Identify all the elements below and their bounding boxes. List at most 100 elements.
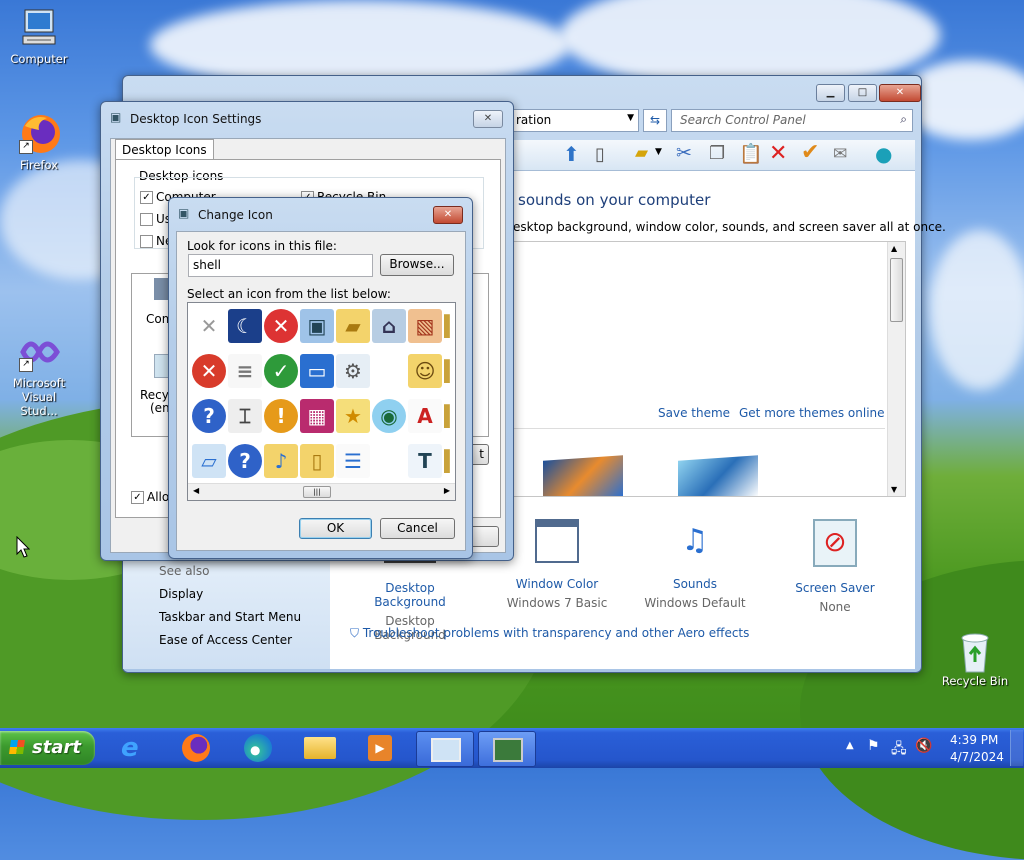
troubleshoot-link[interactable]: ⛉ Troubleshoot problems with transparenc… xyxy=(350,626,749,641)
close-button[interactable]: ✕ xyxy=(879,84,921,102)
maximize-button[interactable]: □ xyxy=(848,84,877,102)
music-folder-icon[interactable]: ♪ xyxy=(264,444,298,478)
shield-check-icon[interactable]: ✓ xyxy=(264,354,298,388)
globe-toolbar-icon[interactable]: ● xyxy=(875,142,892,166)
help-icon[interactable]: ? xyxy=(192,399,226,433)
partial-icon[interactable]: ▍ xyxy=(444,399,454,433)
computers-icon[interactable]: ▣ xyxy=(300,309,334,343)
taskbar-settings-button[interactable] xyxy=(478,731,536,767)
list-icon[interactable]: ☰ xyxy=(336,444,370,478)
nav-link-display[interactable]: Display xyxy=(159,587,203,601)
checkbox-allow-themes[interactable]: ✓ xyxy=(131,491,144,504)
minimize-button[interactable]: ▁ xyxy=(816,84,845,102)
theme-thumbnail[interactable] xyxy=(543,455,623,496)
close-button[interactable]: ✕ xyxy=(473,110,503,128)
theme-list[interactable]: Save theme Get more themes online ▲ ▼ xyxy=(513,241,906,497)
checkbox-computer[interactable]: ✓ xyxy=(140,191,153,204)
browse-button[interactable]: Browse... xyxy=(380,254,454,276)
network-icon[interactable]: 🖧 xyxy=(891,738,907,762)
scroll-thumb[interactable] xyxy=(890,258,903,322)
scroll-thumb[interactable]: ||| xyxy=(303,486,331,498)
scroll-up-icon[interactable]: ▲ xyxy=(891,244,897,253)
address-bar[interactable]: ration ▼ xyxy=(513,109,639,132)
properties-icon[interactable]: ✉ xyxy=(833,144,847,164)
volume-muted-icon[interactable]: 🔇 xyxy=(915,738,932,754)
partial-icon[interactable]: ▍ xyxy=(444,309,454,343)
up-arrow-icon[interactable]: ⬆ xyxy=(563,142,580,166)
layout-icon[interactable]: ▯ xyxy=(595,144,605,165)
taskbar-ie-button[interactable]: e xyxy=(108,731,164,765)
shield-warning-icon[interactable]: ! xyxy=(264,399,298,433)
ok-button[interactable]: OK xyxy=(299,518,372,539)
desktop-icon-firefox[interactable]: ↗ Firefox xyxy=(2,112,76,172)
x-glyph-icon[interactable]: ✕ xyxy=(192,309,226,343)
font-a-icon[interactable]: A xyxy=(408,399,442,433)
file-path-input[interactable]: shell xyxy=(188,254,373,277)
window-icon[interactable]: ▱ xyxy=(192,444,226,478)
folder-toolbar-icon[interactable]: ▰ xyxy=(635,143,648,163)
shield-x-icon[interactable]: ✕ xyxy=(264,309,298,343)
checkbox-users-files[interactable] xyxy=(140,213,153,226)
monitor-icon[interactable]: ▭ xyxy=(300,354,334,388)
taskbar-media-button[interactable]: ▶ xyxy=(354,731,410,765)
horizontal-scrollbar[interactable]: ◀ ||| ▶ xyxy=(188,483,455,500)
icon-list[interactable]: ✕☾✕▣▰⌂▧▍✕≡✓▭⚙☺▍?⌶!▦★◉A▍▱?♪▯☰T▍ ◀ ||| ▶ xyxy=(187,302,456,501)
show-desktop-button[interactable] xyxy=(1010,730,1023,766)
shield-help-icon[interactable]: ? xyxy=(228,444,262,478)
font-t-icon[interactable]: T xyxy=(408,444,442,478)
blank-icon[interactable] xyxy=(372,354,406,388)
clock-date[interactable]: 4/7/2024 xyxy=(950,750,1004,764)
scrollbar[interactable]: ▲ ▼ xyxy=(887,242,905,496)
save-theme-link[interactable]: Save theme xyxy=(658,406,730,420)
window-color-item[interactable]: Window Color Windows 7 Basic xyxy=(497,511,617,611)
network-computer-icon[interactable]: ⌂ xyxy=(372,309,406,343)
settings-list-icon[interactable]: ⚙ xyxy=(336,354,370,388)
desktop-icon-recycle-bin[interactable]: Recycle Bin xyxy=(938,628,1012,688)
taskbar-control-panel-button[interactable] xyxy=(416,731,474,767)
search-box[interactable]: Search Control Panel ⌕ xyxy=(671,109,913,132)
desktop-icon-visual-studio[interactable]: ↗ Microsoft Visual Stud... xyxy=(2,330,76,418)
user-folder-icon[interactable]: ☺ xyxy=(408,354,442,388)
blank-icon[interactable] xyxy=(372,444,406,478)
refresh-button[interactable]: ⇆ xyxy=(643,109,667,132)
start-button[interactable]: start xyxy=(0,731,95,765)
taskbar-explorer-button[interactable] xyxy=(294,731,350,765)
nav-link-ease-of-access[interactable]: Ease of Access Center xyxy=(159,633,292,647)
scroll-right-icon[interactable]: ▶ xyxy=(444,486,450,495)
clock-time[interactable]: 4:39 PM xyxy=(950,733,998,747)
theme-thumbnail[interactable] xyxy=(678,455,758,496)
desktop-icon-computer[interactable]: Computer xyxy=(2,6,76,66)
tray-expand-icon[interactable]: ▲ xyxy=(846,740,854,751)
monitor-moon-icon[interactable]: ☾ xyxy=(228,309,262,343)
close-button[interactable]: ✕ xyxy=(433,206,463,224)
screen-saver-item[interactable]: ⊘ Screen Saver None xyxy=(775,511,895,614)
chevron-down-icon[interactable]: ▼ xyxy=(627,113,634,123)
star-folder-icon[interactable]: ★ xyxy=(336,399,370,433)
copy-icon[interactable]: ❐ xyxy=(709,143,725,164)
partial-icon[interactable]: ▍ xyxy=(444,354,454,388)
projector-icon[interactable]: ⌶ xyxy=(228,399,262,433)
error-icon[interactable]: ✕ xyxy=(192,354,226,388)
taskbar-firefox-button[interactable] xyxy=(170,731,226,765)
tab-desktop-icons[interactable]: Desktop Icons xyxy=(115,139,214,160)
get-more-themes-link[interactable]: Get more themes online xyxy=(739,406,885,420)
paste-icon[interactable]: 📋 xyxy=(739,142,763,165)
nav-link-taskbar[interactable]: Taskbar and Start Menu xyxy=(159,610,301,624)
chevron-down-icon[interactable]: ▼ xyxy=(655,147,662,157)
media-icon[interactable]: ▦ xyxy=(300,399,334,433)
scroll-down-icon[interactable]: ▼ xyxy=(891,485,897,494)
delete-icon[interactable]: ✕ xyxy=(769,141,787,166)
folder-icon[interactable]: ▰ xyxy=(336,309,370,343)
cut-icon[interactable]: ✂ xyxy=(676,142,692,164)
action-center-flag-icon[interactable]: ⚑ xyxy=(867,738,880,754)
folder-open-icon[interactable]: ▯ xyxy=(300,444,334,478)
partial-icon[interactable]: ▍ xyxy=(444,444,454,478)
document-icon[interactable]: ≡ xyxy=(228,354,262,388)
checkbox-network[interactable] xyxy=(140,235,153,248)
sounds-item[interactable]: ♫ Sounds Windows Default xyxy=(635,511,755,611)
cancel-button[interactable]: Cancel xyxy=(380,518,455,539)
taskbar-edge-button[interactable] xyxy=(232,731,288,765)
photo-frame-icon[interactable]: ▧ xyxy=(408,309,442,343)
scroll-left-icon[interactable]: ◀ xyxy=(193,486,199,495)
globe-icon[interactable]: ◉ xyxy=(372,399,406,433)
